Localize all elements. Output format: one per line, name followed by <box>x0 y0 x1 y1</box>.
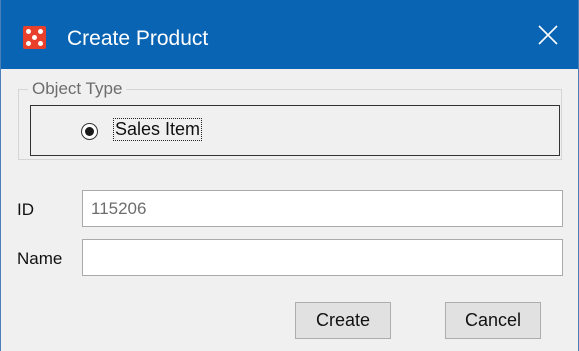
id-label: ID <box>17 200 34 219</box>
title-bar[interactable]: Create Product <box>1 0 578 69</box>
sales-item-radio-label[interactable]: Sales Item <box>112 118 203 141</box>
cancel-button[interactable]: Cancel <box>445 302 541 339</box>
name-field[interactable] <box>82 239 563 276</box>
create-product-dialog: Create Product Object Type Sales Item ID… <box>0 0 579 351</box>
close-icon <box>538 25 558 45</box>
app-logo-icon <box>23 26 46 49</box>
object-type-legend: Object Type <box>28 79 127 99</box>
window-title: Create Product <box>67 27 209 50</box>
sales-item-radio[interactable] <box>81 123 98 140</box>
id-field[interactable] <box>82 190 563 227</box>
radio-selected-dot <box>85 127 94 136</box>
name-label: Name <box>17 249 63 268</box>
close-button[interactable] <box>518 0 578 69</box>
create-button[interactable]: Create <box>295 302 391 339</box>
object-type-options-panel: Sales Item <box>30 105 560 156</box>
